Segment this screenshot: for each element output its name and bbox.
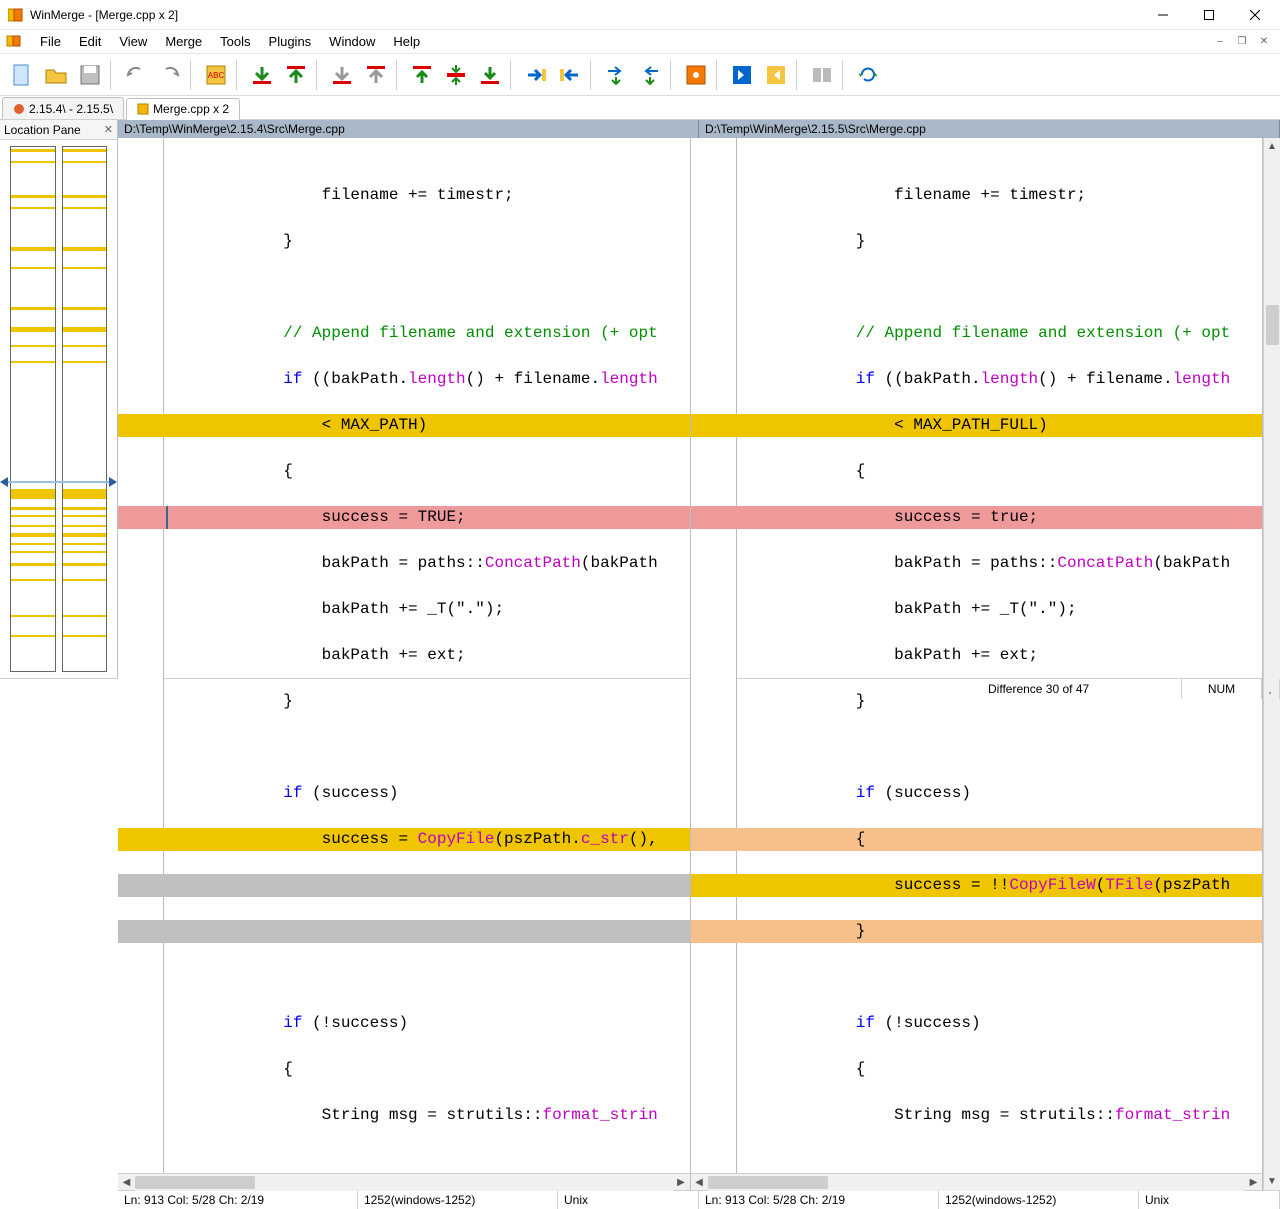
left-h-scrollbar[interactable]: ◀▶ [118,1173,690,1190]
all-left-button[interactable] [760,58,792,92]
new-button[interactable] [6,58,38,92]
close-icon[interactable]: ✕ [104,123,113,136]
folder-icon [13,103,25,115]
right-h-scrollbar[interactable]: ◀▶ [691,1173,1263,1190]
menu-plugins[interactable]: Plugins [261,32,320,51]
location-strip-left[interactable] [10,146,56,672]
toolbar: ABC [0,54,1280,96]
app-small-icon [6,33,24,51]
location-strip-right[interactable] [62,146,108,672]
editor-area: D:\Temp\WinMerge\2.15.4\Src\Merge.cpp D:… [118,120,1280,678]
auto-merge-button[interactable] [806,58,838,92]
mdi-minimize-icon[interactable]: – [1210,33,1230,51]
location-pane: Location Pane ✕ [0,120,118,678]
copy-right-advance-button[interactable] [600,58,632,92]
left-editor[interactable]: filename += timestr; } // Append filenam… [118,138,690,1173]
status-right-enc: 1252(windows-1252) [939,1191,1139,1209]
menu-file[interactable]: File [32,32,69,51]
document-tabs: 2.15.4\ - 2.15.5\ Merge.cpp x 2 [0,96,1280,120]
tab-merge-cpp[interactable]: Merge.cpp x 2 [126,98,240,120]
svg-text:ABC: ABC [208,71,225,80]
prev-conflict-button[interactable] [360,58,392,92]
open-button[interactable] [40,58,72,92]
status-right-eol: Unix [1139,1191,1280,1209]
status-right-pos: Ln: 913 Col: 5/28 Ch: 2/19 [699,1191,939,1209]
prev-diff-button[interactable] [280,58,312,92]
location-pane-body[interactable] [0,140,117,678]
maximize-button[interactable] [1186,0,1232,30]
redo-button[interactable] [154,58,186,92]
left-pane: filename += timestr; } // Append filenam… [118,138,691,1190]
path-left: D:\Temp\WinMerge\2.15.4\Src\Merge.cpp [118,120,699,138]
status-left-enc: 1252(windows-1252) [358,1191,558,1209]
menu-merge[interactable]: Merge [157,32,210,51]
path-right: D:\Temp\WinMerge\2.15.5\Src\Merge.cpp [699,120,1280,138]
location-cursor [0,476,117,488]
mdi-controls: – ❐ ✕ [1210,33,1276,51]
app-icon [8,7,24,23]
menu-window[interactable]: Window [321,32,383,51]
close-button[interactable] [1232,0,1278,30]
minimize-button[interactable] [1140,0,1186,30]
save-button[interactable] [74,58,106,92]
pane-status-row: Ln: 913 Col: 5/28 Ch: 2/19 1252(windows-… [118,1190,1280,1209]
tab-label: 2.15.4\ - 2.15.5\ [29,102,113,116]
all-right-button[interactable] [726,58,758,92]
status-left-eol: Unix [558,1191,699,1209]
select-diff-button[interactable]: ABC [200,58,232,92]
right-editor[interactable]: filename += timestr; } // Append filenam… [691,138,1263,1173]
window-title: WinMerge - [Merge.cpp x 2] [30,8,1140,22]
menu-bar: File Edit View Merge Tools Plugins Windo… [0,30,1280,54]
tab-label: Merge.cpp x 2 [153,102,229,116]
tab-folder-compare[interactable]: 2.15.4\ - 2.15.5\ [2,97,124,119]
undo-button[interactable] [120,58,152,92]
menu-help[interactable]: Help [385,32,428,51]
menu-view[interactable]: View [111,32,155,51]
file-icon [137,103,149,115]
copy-right-button[interactable] [520,58,552,92]
next-diff-button[interactable] [246,58,278,92]
menu-tools[interactable]: Tools [212,32,258,51]
current-diff-button[interactable] [440,58,472,92]
right-pane: filename += timestr; } // Append filenam… [691,138,1264,1190]
work-area: Location Pane ✕ [0,120,1280,678]
menu-edit[interactable]: Edit [71,32,109,51]
mdi-restore-icon[interactable]: ❐ [1232,33,1252,51]
copy-left-advance-button[interactable] [634,58,666,92]
last-diff-button[interactable] [474,58,506,92]
status-left-pos: Ln: 913 Col: 5/28 Ch: 2/19 [118,1191,358,1209]
title-bar: WinMerge - [Merge.cpp x 2] [0,0,1280,30]
refresh-button[interactable] [852,58,884,92]
first-diff-button[interactable] [406,58,438,92]
location-pane-header: Location Pane ✕ [0,120,117,140]
v-scrollbar[interactable]: ▲ ▼ [1263,138,1280,1190]
mdi-close-icon[interactable]: ✕ [1254,33,1274,51]
options-button[interactable] [680,58,712,92]
next-conflict-button[interactable] [326,58,358,92]
code-area: filename += timestr; } // Append filenam… [118,138,1280,1190]
path-row: D:\Temp\WinMerge\2.15.4\Src\Merge.cpp D:… [118,120,1280,138]
location-pane-title: Location Pane [4,123,81,137]
copy-left-button[interactable] [554,58,586,92]
